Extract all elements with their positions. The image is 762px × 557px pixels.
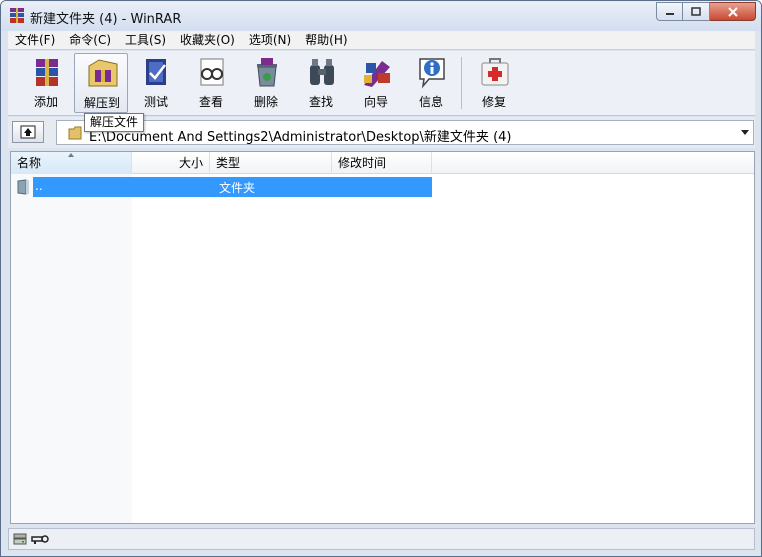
toolbar: 添加 解压到 测试 查看 删除 查找 向导 信息 修复 — [8, 51, 755, 116]
close-icon — [727, 6, 738, 17]
chevron-down-icon[interactable] — [741, 130, 749, 135]
window-controls — [656, 2, 756, 21]
header-name[interactable]: 名称 — [11, 152, 132, 174]
find-icon — [310, 59, 334, 85]
delete-icon — [257, 58, 277, 87]
info-label: 信息 — [418, 95, 443, 109]
wizard-label: 向导 — [363, 95, 388, 109]
address-path: E:\Document And Settings2\Administrator\… — [89, 130, 512, 145]
wizard-icon — [364, 61, 390, 87]
find-button[interactable]: 查找 — [294, 53, 348, 113]
parent-folder-icon — [17, 179, 29, 195]
address-combobox[interactable]: E:\Document And Settings2\Administrator\… — [56, 120, 754, 145]
minimize-icon — [665, 12, 674, 15]
window-title: 新建文件夹 (4) - WinRAR — [30, 12, 182, 27]
info-icon — [419, 58, 445, 89]
key-icon[interactable] — [31, 533, 49, 545]
extract-icon — [88, 59, 118, 87]
toolbar-separator — [461, 57, 462, 109]
drive-icon[interactable] — [13, 533, 27, 545]
sort-ascending-icon — [68, 153, 74, 157]
wizard-button[interactable]: 向导 — [349, 53, 403, 113]
repair-button[interactable]: 修复 — [467, 53, 521, 113]
add-label: 添加 — [33, 95, 58, 109]
up-folder-icon — [20, 125, 36, 139]
file-name: .. — [35, 179, 43, 193]
menu-file[interactable]: 文件(F) — [8, 31, 62, 50]
winrar-window: 新建文件夹 (4) - WinRAR 文件(F) 命令(C) 工具(S) 收藏夹… — [0, 0, 762, 557]
delete-label: 删除 — [253, 95, 278, 109]
header-modified[interactable]: 修改时间 — [332, 152, 432, 174]
delete-button[interactable]: 删除 — [239, 53, 293, 113]
test-label: 测试 — [143, 95, 168, 109]
repair-icon — [481, 58, 509, 86]
menu-bar: 文件(F) 命令(C) 工具(S) 收藏夹(O) 选项(N) 帮助(H) — [8, 31, 755, 50]
add-button[interactable]: 添加 — [19, 53, 73, 113]
extract-label: 解压到 — [83, 96, 120, 110]
file-list[interactable]: 名称 大小 类型 修改时间 .. 文件夹 — [10, 151, 755, 524]
menu-help[interactable]: 帮助(H) — [298, 31, 354, 50]
up-folder-button[interactable] — [12, 121, 44, 143]
header-type[interactable]: 类型 — [210, 152, 332, 174]
view-icon — [200, 58, 224, 86]
extract-tooltip: 解压文件 — [84, 113, 145, 132]
repair-label: 修复 — [481, 95, 506, 109]
view-button[interactable]: 查看 — [184, 53, 238, 113]
maximize-button[interactable] — [683, 2, 710, 21]
maximize-icon — [691, 7, 701, 16]
file-type: 文件夹 — [219, 181, 256, 195]
extract-button[interactable]: 解压到 — [74, 53, 128, 113]
minimize-button[interactable] — [656, 2, 683, 21]
header-name-label: 名称 — [17, 156, 42, 170]
header-size[interactable]: 大小 — [132, 152, 210, 174]
test-button[interactable]: 测试 — [129, 53, 183, 113]
menu-commands[interactable]: 命令(C) — [62, 31, 118, 50]
info-button[interactable]: 信息 — [404, 53, 458, 113]
view-label: 查看 — [198, 95, 223, 109]
column-headers: 名称 大小 类型 修改时间 — [11, 152, 754, 174]
menu-options[interactable]: 选项(N) — [242, 31, 298, 50]
status-bar — [8, 528, 755, 550]
winrar-app-icon — [10, 8, 24, 23]
title-bar[interactable]: 新建文件夹 (4) - WinRAR — [1, 1, 761, 31]
close-button[interactable] — [710, 2, 756, 21]
folder-icon — [68, 126, 82, 140]
find-label: 查找 — [308, 95, 333, 109]
add-icon — [36, 59, 58, 86]
test-icon — [146, 59, 166, 85]
name-column-background — [11, 174, 132, 523]
file-row[interactable]: .. 文件夹 — [11, 177, 432, 197]
menu-favorites[interactable]: 收藏夹(O) — [173, 31, 242, 50]
menu-tools[interactable]: 工具(S) — [118, 31, 173, 50]
